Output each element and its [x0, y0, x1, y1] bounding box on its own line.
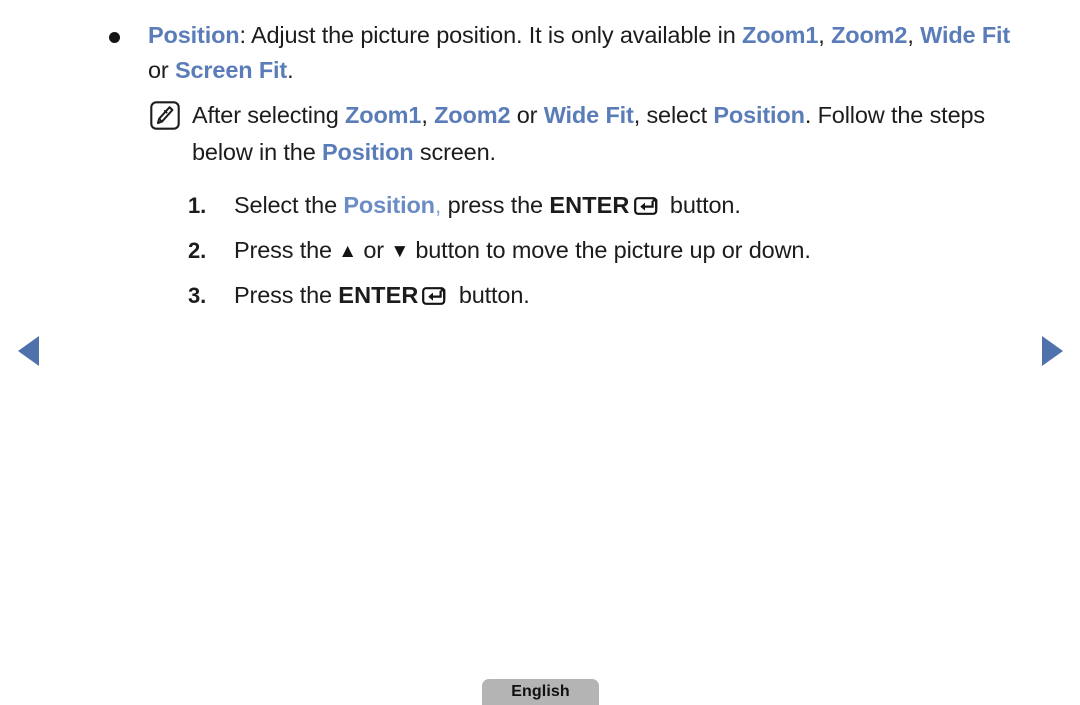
up-arrow-icon: ▲ [338, 241, 357, 262]
note-option-wide-fit: Wide Fit [543, 102, 634, 128]
step-item-1: 1. Select the Position, press the ENTER … [188, 183, 1034, 228]
step-number-2: 2. [188, 238, 207, 263]
step-text-3: Press the ENTER button. [234, 273, 1034, 318]
step1-keyword-position: Position [343, 192, 435, 218]
step2-between: or [356, 237, 391, 263]
bullet-option-wide-fit: Wide Fit [920, 22, 1011, 48]
bullet-description: : Adjust the picture position. It is onl… [239, 22, 743, 48]
step-text-2: Press the ▲ or ▼ button to move the pict… [234, 228, 1034, 273]
step1-enter-label: ENTER [549, 192, 630, 218]
step3-lead: Press the [234, 282, 339, 308]
note-term-position-2: Position [322, 139, 414, 165]
bullet-paragraph: Position: Adjust the picture position. I… [104, 18, 1034, 88]
note-separator-1: , [421, 102, 435, 128]
bullet-separator-3: or [148, 57, 175, 83]
step1-mid: press the [441, 192, 550, 218]
step-text-1: Select the Position, press the ENTER but… [234, 183, 1034, 228]
emanual-page: Position: Adjust the picture position. I… [0, 0, 1080, 705]
step1-lead: Select the [234, 192, 344, 218]
enter-key-icon [422, 276, 449, 305]
bullet-option-screen-fit: Screen Fit [174, 57, 288, 83]
step-list: 1. Select the Position, press the ENTER … [104, 183, 1034, 318]
bullet-dot-icon [109, 32, 120, 43]
note-end-text: screen. [413, 139, 496, 165]
bullet-separator-1: , [818, 22, 832, 48]
step-number-3: 3. [188, 283, 207, 308]
page-content: Position: Adjust the picture position. I… [104, 18, 1034, 318]
note-option-zoom1: Zoom1 [345, 102, 422, 128]
step-item-3: 3. Press the ENTER button. [188, 273, 1034, 318]
previous-page-arrow-icon[interactable] [18, 336, 39, 366]
bullet-option-zoom2: Zoom2 [831, 22, 908, 48]
note-mid-text: , select [633, 102, 714, 128]
enter-key-icon [633, 186, 661, 215]
note-term-position: Position [713, 102, 805, 128]
step3-enter-label: ENTER [338, 282, 419, 308]
step-item-2: 2. Press the ▲ or ▼ button to move the p… [188, 228, 1034, 273]
step3-tail: button. [452, 282, 530, 308]
step-number-1: 1. [188, 193, 207, 218]
step2-lead: Press the [234, 237, 339, 263]
down-arrow-icon: ▼ [390, 241, 409, 262]
bullet-period: . [287, 57, 294, 83]
language-button[interactable]: English [482, 679, 599, 705]
note-lead-text: After selecting [192, 102, 346, 128]
bullet-separator-2: , [907, 22, 914, 48]
note-pencil-icon [150, 101, 180, 130]
note-separator-2: or [510, 102, 544, 128]
bullet-term: Position [148, 22, 240, 48]
step2-tail: button to move the picture up or down. [408, 237, 811, 263]
step1-tail: button. [663, 192, 741, 218]
bullet-option-zoom1: Zoom1 [742, 22, 819, 48]
next-page-arrow-icon[interactable] [1042, 336, 1063, 366]
note-option-zoom2: Zoom2 [434, 102, 511, 128]
note-paragraph: After selecting Zoom1, Zoom2 or Wide Fit… [104, 97, 1034, 171]
